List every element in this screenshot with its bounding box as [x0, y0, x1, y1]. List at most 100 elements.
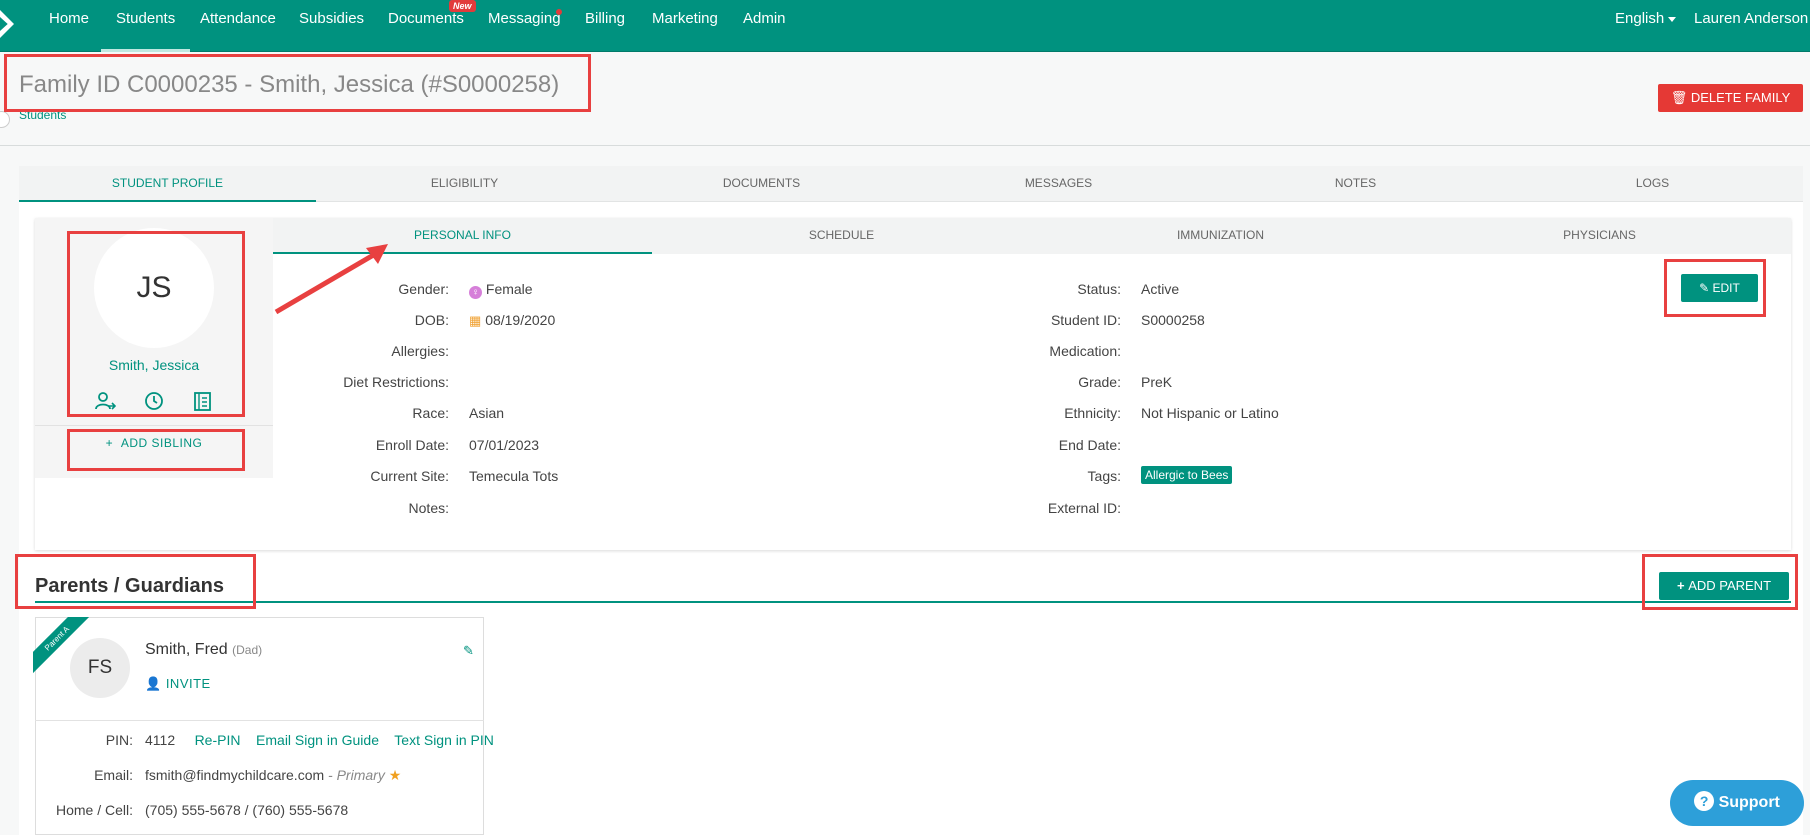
- language-menu[interactable]: English: [1615, 0, 1677, 52]
- user-menu[interactable]: Lauren Anderson: [1694, 0, 1810, 52]
- student-id-value: S0000258: [1141, 312, 1205, 328]
- pin-row: 4112 Re-PIN Email Sign in Guide Text Sig…: [145, 732, 494, 748]
- tab-logs[interactable]: LOGS: [1504, 166, 1801, 202]
- notification-dot: [556, 9, 562, 15]
- nav-home[interactable]: Home: [49, 0, 89, 52]
- avatar: FS: [70, 638, 130, 698]
- delete-family-button[interactable]: 🗑 DELETE FAMILY: [1658, 84, 1803, 112]
- tab-messages[interactable]: MESSAGES: [910, 166, 1207, 202]
- pin-value: 4112: [145, 732, 176, 748]
- invite-button[interactable]: 👤 INVITE: [145, 676, 211, 692]
- nav-subsidies[interactable]: Subsidies: [299, 0, 364, 52]
- language-label: English: [1615, 10, 1665, 27]
- plus-icon: +: [1676, 578, 1689, 593]
- logo-icon[interactable]: [0, 10, 14, 38]
- status-value: Active: [1141, 281, 1180, 297]
- tab-physicians[interactable]: PHYSICIANS: [1410, 218, 1789, 254]
- nav-marketing[interactable]: Marketing: [652, 0, 718, 52]
- support-label: Support: [1718, 794, 1780, 811]
- email-label: Email:: [94, 767, 133, 783]
- profile-subtabs: PERSONAL INFO SCHEDULE IMMUNIZATION PHYS…: [273, 218, 1791, 254]
- tab-eligibility[interactable]: ELIGIBILITY: [316, 166, 613, 202]
- gender-text: Female: [485, 281, 533, 297]
- add-sibling-button[interactable]: + ADD SIBLING: [35, 436, 273, 450]
- caret-down-icon: [1668, 16, 1677, 22]
- edit-button[interactable]: ✎ EDIT: [1681, 274, 1758, 302]
- page-title: Family ID C0000235 - Smith, Jessica (#S0…: [19, 71, 560, 98]
- clock-icon[interactable]: [143, 390, 165, 412]
- add-parent-button[interactable]: + ADD PARENT: [1659, 572, 1789, 600]
- annotation-arrow: [274, 244, 388, 315]
- email-guide-link[interactable]: Email Sign in Guide: [256, 732, 379, 748]
- medication-label: Medication:: [1049, 343, 1121, 359]
- invite-label: INVITE: [165, 676, 211, 691]
- plus-icon: +: [105, 436, 121, 450]
- notes-label: Notes:: [408, 500, 449, 516]
- phone-value: (705) 555-5678 / (760) 555-5678: [145, 802, 349, 818]
- ethnicity-label: Ethnicity:: [1064, 405, 1121, 421]
- repin-link[interactable]: Re-PIN: [195, 732, 241, 748]
- dob-value: ▦ 08/19/2020: [469, 312, 555, 329]
- text-pin-link[interactable]: Text Sign in PIN: [394, 732, 494, 748]
- divider: [35, 425, 273, 426]
- tag-badge: Allergic to Bees: [1141, 466, 1233, 484]
- person-icon: 👤: [145, 676, 166, 691]
- ethnicity-value: Not Hispanic or Latino: [1141, 405, 1279, 421]
- cake-icon: ▦: [469, 313, 482, 328]
- nav-admin[interactable]: Admin: [743, 0, 786, 52]
- nav-messaging[interactable]: Messaging: [488, 0, 561, 52]
- trash-icon: 🗑: [1670, 90, 1691, 105]
- new-badge: New: [449, 0, 476, 12]
- ledger-icon[interactable]: [191, 390, 213, 412]
- person-transfer-icon[interactable]: [94, 390, 116, 412]
- current-site-label: Current Site:: [370, 468, 449, 484]
- end-date-label: End Date:: [1058, 437, 1121, 453]
- pin-label: PIN:: [105, 732, 133, 748]
- student-id-label: Student ID:: [1050, 312, 1121, 328]
- dob-text: 08/19/2020: [485, 312, 556, 328]
- add-sibling-label: ADD SIBLING: [120, 436, 203, 450]
- current-site-value: Temecula Tots: [469, 468, 559, 484]
- tab-schedule[interactable]: SCHEDULE: [652, 218, 1031, 254]
- top-navbar: Home Students Attendance Subsidies Docum…: [0, 0, 1810, 52]
- edit-label: EDIT: [1712, 281, 1740, 295]
- gender-value: ♀ Female: [469, 281, 533, 299]
- tab-documents[interactable]: DOCUMENTS: [613, 166, 910, 202]
- nav-students[interactable]: Students: [101, 0, 191, 52]
- delete-family-label: DELETE FAMILY: [1690, 90, 1791, 105]
- email-row: fsmith@findmychildcare.com - Primary ★: [145, 767, 401, 784]
- tab-notes[interactable]: NOTES: [1207, 166, 1504, 202]
- parent-name-text: Smith, Fred: [145, 641, 228, 658]
- tab-student-profile[interactable]: STUDENT PROFILE: [19, 166, 316, 202]
- page-header: [0, 52, 1810, 146]
- grade-value: PreK: [1141, 374, 1173, 390]
- parent-relation: (Dad): [232, 643, 263, 657]
- nav-attendance[interactable]: Attendance: [200, 0, 276, 52]
- parent-name: Smith, Fred (Dad): [145, 641, 262, 659]
- tags-value: Allergic to Bees: [1141, 466, 1233, 484]
- race-label: Race:: [412, 405, 449, 421]
- nav-billing[interactable]: Billing: [585, 0, 625, 52]
- help-icon: ?: [1694, 791, 1715, 811]
- add-parent-label: ADD PARENT: [1688, 578, 1772, 593]
- tags-label: Tags:: [1087, 468, 1121, 484]
- pencil-icon[interactable]: ✎: [463, 643, 474, 659]
- tab-immunization[interactable]: IMMUNIZATION: [1031, 218, 1410, 254]
- primary-label: - Primary: [328, 767, 385, 783]
- parents-title: Parents / Guardians: [35, 575, 224, 597]
- user-name: Lauren Anderson: [1694, 10, 1809, 27]
- phone-label: Home / Cell:: [55, 802, 133, 818]
- email-value: fsmith@findmychildcare.com: [145, 767, 325, 783]
- enroll-date-label: Enroll Date:: [375, 437, 449, 453]
- breadcrumb[interactable]: Students: [19, 108, 66, 122]
- divider: [35, 601, 1791, 603]
- student-name[interactable]: Smith, Jessica: [35, 357, 273, 373]
- enroll-date-value: 07/01/2023: [469, 437, 540, 453]
- support-button[interactable]: ? Support: [1670, 780, 1804, 826]
- female-icon: ♀: [469, 286, 482, 299]
- grade-label: Grade:: [1078, 374, 1121, 390]
- status-label: Status:: [1077, 281, 1121, 297]
- avatar: JS: [94, 228, 214, 348]
- race-value: Asian: [469, 405, 505, 421]
- pencil-icon: ✎: [1699, 281, 1713, 295]
